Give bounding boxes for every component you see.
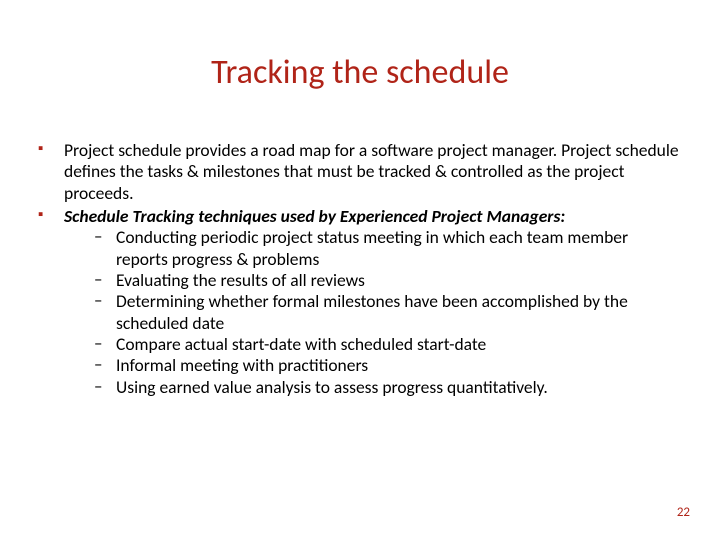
sub-bullet-text: Compare actual start-date with scheduled… (116, 333, 486, 355)
sub-bullet-item: Compare actual start-date with scheduled… (94, 334, 682, 355)
sub-bullet-item: Informal meeting with practitioners (94, 355, 682, 376)
sub-bullet-item: Determining whether formal milestones ha… (94, 291, 682, 334)
page-number: 22 (677, 505, 690, 520)
sub-bullet-list: Conducting periodic project status meeti… (64, 227, 682, 398)
sub-bullet-item: Conducting periodic project status meeti… (94, 227, 682, 270)
bullet-list: Project schedule provides a road map for… (38, 140, 682, 398)
bullet-text: Schedule Tracking techniques used by Exp… (64, 205, 565, 227)
sub-bullet-text: Conducting periodic project status meeti… (116, 226, 628, 269)
bullet-item: Project schedule provides a road map for… (38, 140, 682, 204)
slide-body: Project schedule provides a road map for… (38, 140, 682, 400)
bullet-text: Project schedule provides a road map for… (64, 139, 679, 204)
sub-bullet-text: Evaluating the results of all reviews (116, 269, 365, 291)
sub-bullet-text: Informal meeting with practitioners (116, 354, 368, 376)
sub-bullet-text: Using earned value analysis to assess pr… (116, 376, 548, 398)
sub-bullet-text: Determining whether formal milestones ha… (116, 290, 628, 333)
bullet-item: Schedule Tracking techniques used by Exp… (38, 206, 682, 398)
sub-bullet-item: Evaluating the results of all reviews (94, 270, 682, 291)
sub-bullet-item: Using earned value analysis to assess pr… (94, 377, 682, 398)
slide-title: Tracking the schedule (0, 52, 720, 93)
slide: Tracking the schedule Project schedule p… (0, 0, 720, 540)
